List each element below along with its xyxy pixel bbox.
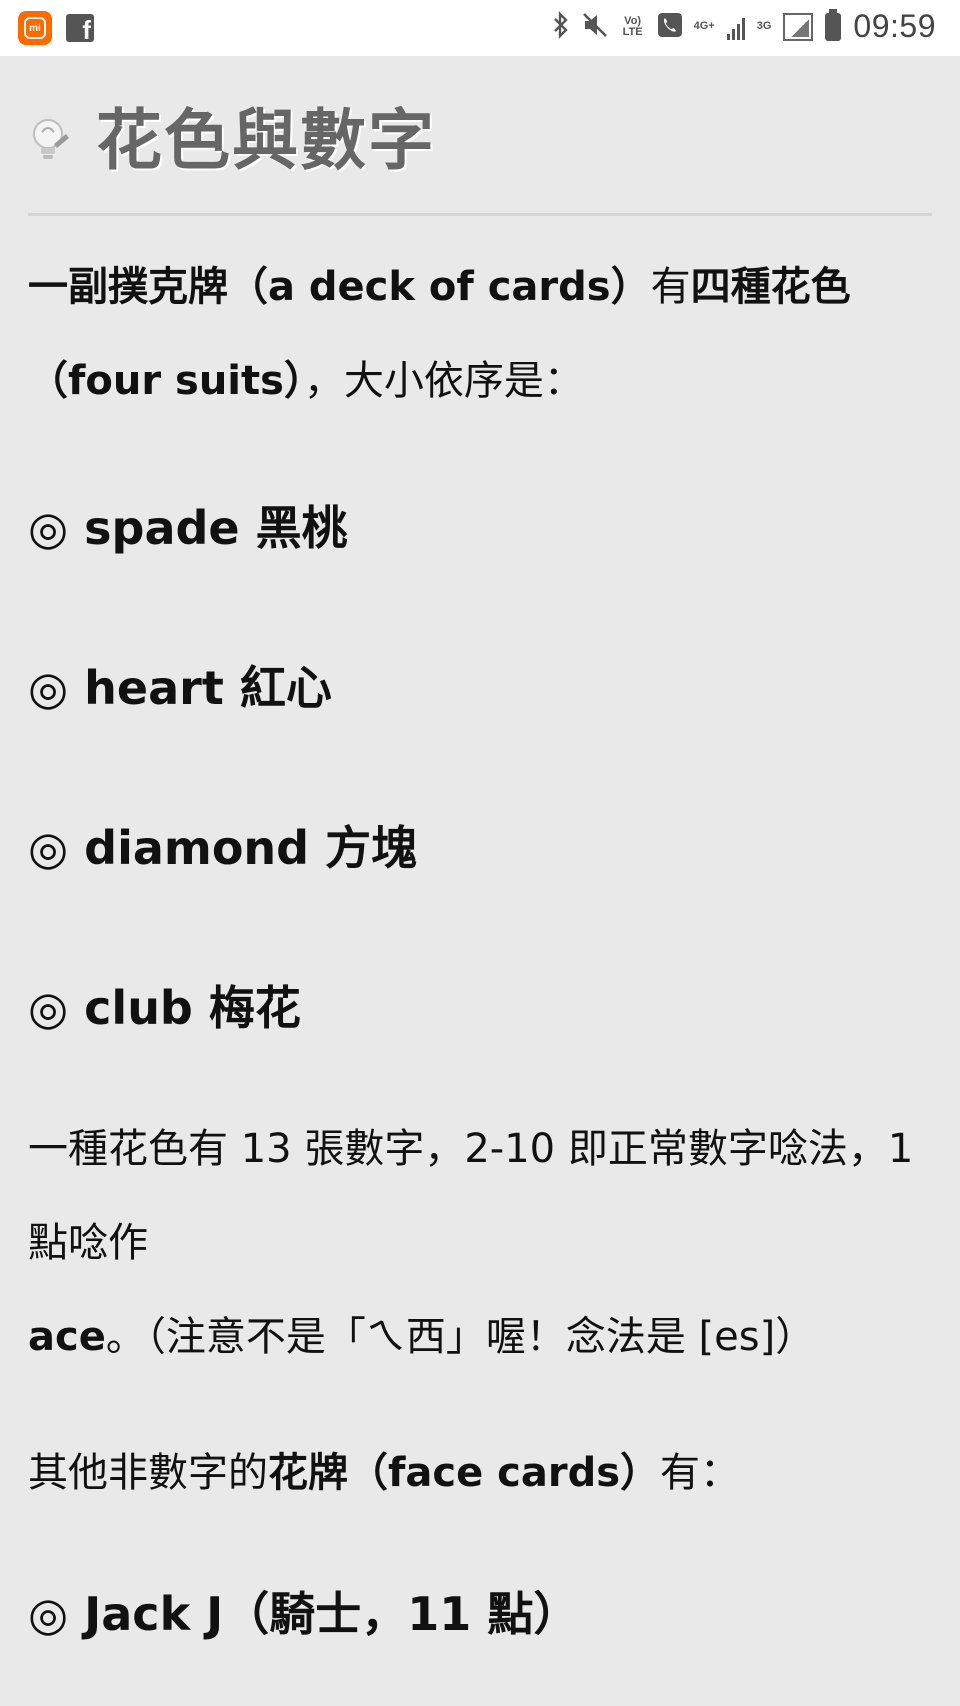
numbers-paragraph: 一種花色有 13 張數字，2-10 即正常數字唸法，1 點唸作 ace。（注意不… [28, 1126, 914, 1360]
suit-item-heart: ◎ heart 紅心 [28, 661, 332, 715]
suit-item-diamond: ◎ diamond 方塊 [28, 821, 418, 875]
clock: 09:59 [853, 8, 936, 44]
mute-icon [582, 12, 608, 42]
network-4g-label: 4G+ [693, 20, 715, 32]
face-cards-paragraph: 其他非數字的花牌（face cards）有： [28, 1450, 741, 1496]
status-bar: mi f Vo) LTE 4G+ 3G 09:59 [0, 0, 960, 56]
article: 花色與數字 一副撲克牌（a deck of cards）有四種花色 （four s… [28, 56, 932, 1664]
section-heading: 花色與數字 [28, 56, 932, 216]
bluetooth-icon [552, 10, 570, 43]
lightbulb-icon [28, 114, 72, 166]
face-card-jack: ◎ Jack J（騎士，11 點） [28, 1587, 580, 1641]
facebook-icon: f [66, 14, 94, 42]
network-3g-label: 3G [756, 20, 772, 32]
mi-app-icon: mi [18, 11, 52, 45]
suit-item-club: ◎ club 梅花 [28, 981, 301, 1035]
phone-icon [657, 12, 682, 41]
volte-icon: Vo) LTE [622, 14, 643, 38]
suit-item-spade: ◎ spade 黑桃 [28, 501, 348, 555]
battery-icon [825, 8, 842, 41]
signal-2-icon [783, 12, 814, 41]
signal-icon [726, 14, 745, 40]
intro-paragraph: 一副撲克牌（a deck of cards）有四種花色 （four suits），… [28, 264, 851, 404]
page-title: 花色與數字 [96, 101, 436, 179]
